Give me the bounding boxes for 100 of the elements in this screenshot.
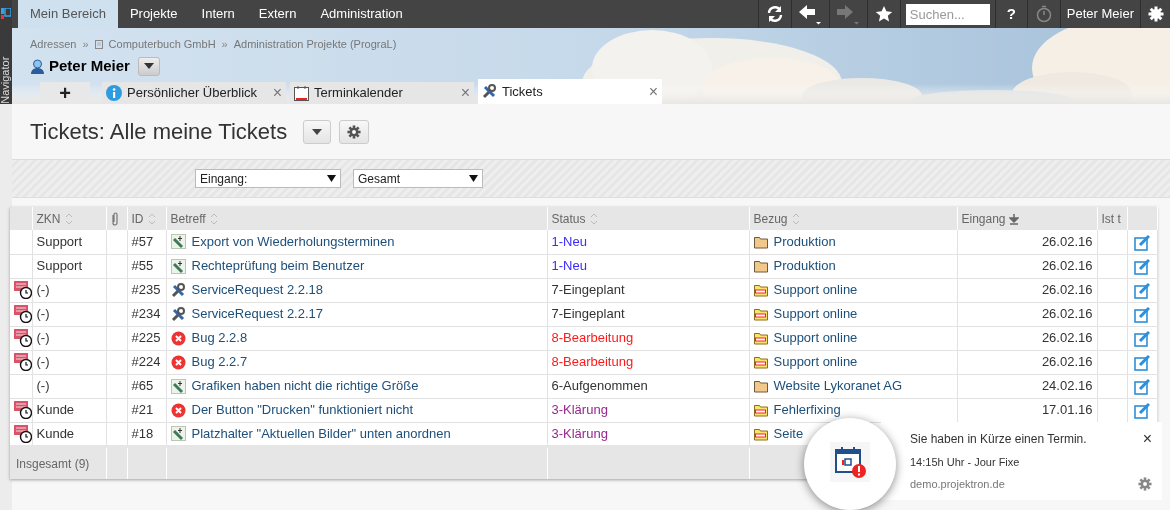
settings-icon[interactable] [1147,6,1164,22]
table-cell: #234 [131,306,161,322]
table-cell: 26.02.16 [1041,234,1093,249]
status-text: 1-Neu [551,234,587,249]
table-cell: 17.01.16 [1041,402,1093,418]
tab[interactable]: Persönlicher Überblick × [102,82,286,104]
close-button[interactable]: × [648,83,658,100]
select-field[interactable]: Gesamt [353,169,483,188]
ticket-link[interactable]: Der Button "Drucken" funktioniert nicht [191,400,414,420]
ticket-link[interactable]: Grafiken haben nicht die richtige Größe [191,376,419,396]
column-header[interactable]: Ist t [1101,209,1121,228]
logo-icon [1,8,11,20]
table-cell: #57 [131,234,154,249]
breadcrumb-link[interactable]: Adressen [30,35,77,53]
reference-link[interactable]: Support online [773,304,858,324]
edit-icon[interactable] [1134,402,1150,420]
ticket-link[interactable]: Export von Wiederholungsterminen [191,232,395,252]
menu-tab[interactable]: Mein Bereich [18,0,118,28]
reference-link[interactable]: Seite [773,423,804,444]
tools-icon [170,282,186,298]
table-cell: #235 [131,282,161,298]
close-button[interactable]: × [272,85,282,101]
breadcrumb-link[interactable]: Computerbuch GmbH [108,35,216,53]
tab[interactable]: Terminkalender × [290,82,474,104]
menu-tab[interactable]: Projekte [117,0,190,28]
edit-icon[interactable] [1134,282,1150,300]
menu-tab[interactable]: Administration [308,0,415,28]
sort-icon [588,211,599,226]
ticket-link[interactable]: ServiceRequest 2.2.18 [191,280,324,300]
dropdown-button[interactable] [303,119,332,144]
reference-link[interactable]: Produktion [773,232,836,252]
status-text: 1-Neu [551,258,587,274]
table-cell: (-) [36,282,50,298]
table-cell: 26.02.16 [1041,258,1093,274]
edit-icon[interactable] [1134,330,1150,348]
reference-link[interactable]: Support online [773,352,858,372]
table-cell: #224 [131,354,161,370]
table-cell: #18 [131,425,154,441]
tab-label[interactable]: Terminkalender [314,83,456,103]
tab-label[interactable]: Tickets [502,81,644,102]
reference-link[interactable]: Fehlerfixing [773,400,841,420]
status-text: 8-Bearbeitung [551,354,634,370]
edit-icon[interactable] [1134,306,1150,324]
column-header[interactable]: Betreff [170,209,206,228]
column-header[interactable]: ID [131,209,144,228]
table-cell: #21 [131,402,154,418]
table-cell: 26.02.16 [1041,306,1093,322]
close-button[interactable]: × [1142,431,1152,447]
person-icon [30,58,45,74]
edit-icon[interactable] [1134,234,1150,252]
settings-icon [347,124,362,139]
status-text: 3-Klärung [551,402,608,418]
edit-icon[interactable] [1134,378,1150,396]
reference-link[interactable]: Produktion [773,256,836,276]
table-cell: (-) [36,378,50,394]
navigator-tab[interactable]: Navigator [0,56,15,104]
column-header[interactable]: Status [551,209,586,228]
ticket-link[interactable]: Bug 2.2.7 [191,352,248,372]
notification-detail: 14:15h Uhr - Jour Fixe [910,455,1020,470]
ticket-link[interactable]: ServiceRequest 2.2.17 [191,304,324,324]
reference-link[interactable]: Support online [773,280,858,300]
menu-tab[interactable]: Extern [246,0,309,28]
ticket-link[interactable]: Rechteprüfung beim Benutzer [191,256,365,276]
column-header[interactable]: Bezug [753,209,788,228]
notification-source: demo.projektron.de [910,476,1005,492]
error-icon [170,354,186,370]
menu-tab[interactable]: Intern [189,0,247,28]
stopwatch-icon[interactable] [1035,5,1052,23]
reference-link[interactable]: Support online [773,328,858,348]
close-button[interactable]: × [460,85,470,101]
table-cell: Kunde [36,402,75,418]
status-text: 7-Eingeplant [551,306,625,322]
status-text: 8-Bearbeitung [551,330,634,346]
paperclip-icon [110,211,119,226]
tab-label[interactable]: Persönlicher Überblick [127,83,268,103]
column-header[interactable]: ZKN [36,209,61,228]
back-arrow-icon[interactable] [798,3,823,25]
settings-button[interactable] [339,119,370,144]
edit-icon[interactable] [1134,258,1150,276]
star-icon[interactable] [874,5,893,23]
ticket-link[interactable]: Platzhalter "Aktuellen Bilder" unten anordnen [191,423,451,444]
search-field[interactable]: Suchen... [905,3,990,25]
table-cell: #225 [131,330,161,346]
tools-icon [170,306,186,322]
info-icon [106,85,122,101]
ticket-link[interactable]: Bug 2.2.8 [191,328,248,348]
sort-descending-icon [1008,212,1019,225]
reference-link[interactable]: Website Lykoranet AG [773,376,903,396]
table-cell: 26.02.16 [1041,354,1093,370]
refresh-icon[interactable] [765,5,784,23]
edit-icon[interactable] [1134,354,1150,372]
sort-icon [208,211,219,226]
column-header[interactable]: Eingang [961,209,1006,228]
sort-icon [790,211,801,226]
error-icon [170,330,186,346]
task-icon [170,426,186,441]
add-tab-button[interactable]: + [40,82,90,104]
tab[interactable]: Tickets × [478,79,662,104]
task-icon [170,378,186,394]
select-field[interactable]: Eingang: [195,169,341,188]
